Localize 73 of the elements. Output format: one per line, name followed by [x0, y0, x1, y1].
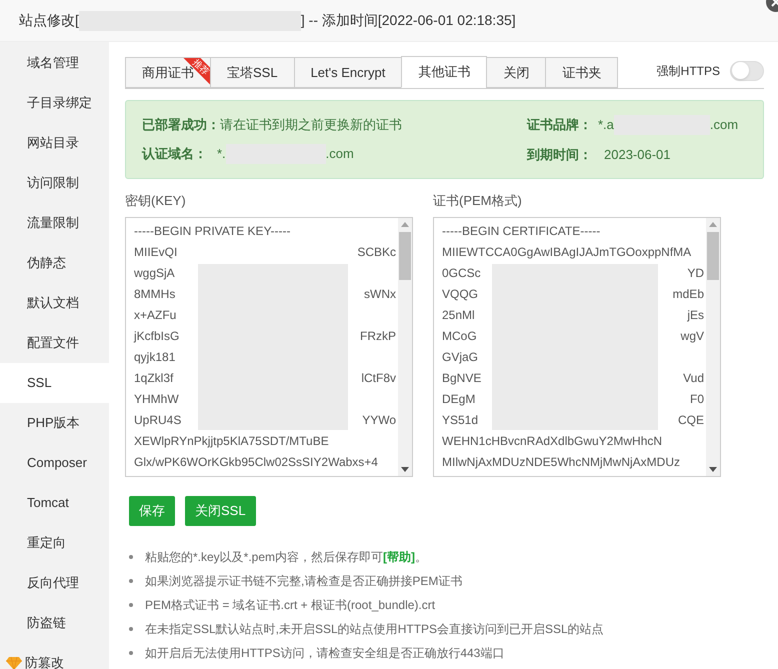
- code-line: Glx/wPK6WOrKGkb95Clw02SsSIY2Wabxs+4: [134, 454, 378, 470]
- code-line: mdEb: [672, 286, 704, 302]
- scrollbar[interactable]: [398, 218, 412, 476]
- code-line: x+AZFu: [134, 306, 176, 324]
- window-title: 站点修改[ ] -- 添加时间[2022-06-01 02:18:35]: [19, 10, 516, 31]
- code-line: YD: [687, 264, 704, 282]
- bullet-icon: [129, 578, 133, 582]
- code-line: 8MMHs: [134, 286, 176, 302]
- code-line: FRzkP: [360, 328, 396, 344]
- scrollbar[interactable]: [706, 218, 720, 476]
- brand-text: 证书品牌： *.a .com: [527, 115, 747, 135]
- code-line: wggSjA: [134, 264, 175, 282]
- scroll-down-icon[interactable]: [709, 466, 717, 472]
- scrollbar-thumb[interactable]: [707, 232, 719, 280]
- code-line: BgNVE: [442, 370, 482, 386]
- code-line: DEgM: [442, 390, 476, 408]
- tip-text: PEM格式证书 = 域名证书.crt + 根证书(root_bundle).crt: [145, 596, 436, 614]
- code-line: MIIEWTCCA0GgAwIBAgIJAJmTGOoxppNfMA: [442, 244, 692, 260]
- bullet-icon: [129, 626, 133, 630]
- code-line: YHMhW: [134, 390, 179, 408]
- bullet-icon: [129, 602, 133, 606]
- tip-text: 在未指定SSL默认站点时,未开启SSL的站点使用HTTPS会直接访问到已开启SSL的站点: [145, 620, 604, 638]
- tip-text: 粘贴您的*.key以及*.pem内容，然后保存即可[帮助]。: [145, 548, 428, 566]
- code-line: sWNx: [364, 286, 396, 302]
- tab[interactable]: 商用证书 推荐: [125, 57, 211, 88]
- code-line: YYWo: [362, 412, 396, 428]
- tab[interactable]: 证书夹: [545, 57, 618, 88]
- code-line: 25nMl: [442, 306, 475, 324]
- gem-icon: [6, 656, 22, 669]
- code-line: jKcfbIsG: [134, 328, 180, 344]
- code-line: lCtF8v: [361, 370, 396, 386]
- code-line: WEHN1cHBvcnRAdXdlbGwuY2MwHhcN: [442, 432, 662, 450]
- tip-text: 如果浏览器提示证书链不完整,请检查是否正确拼接PEM证书: [145, 572, 462, 590]
- code-line: -----BEGIN CERTIFICATE-----: [442, 222, 600, 240]
- toggle-switch[interactable]: [730, 60, 764, 80]
- code-line: wgV: [680, 328, 704, 344]
- code-line: SCBKc: [357, 244, 396, 260]
- status-text: 已部署成功：请在证书到期之前更换新的证书: [142, 116, 402, 134]
- code-line: Vud: [683, 370, 704, 386]
- sidebar-item[interactable]: SSL: [0, 363, 109, 403]
- code-line: 1qZkl3f: [134, 370, 174, 386]
- code-line: YS51d: [442, 412, 478, 428]
- code-line: 0GCSc: [442, 264, 481, 282]
- code-line: CQE: [678, 412, 704, 428]
- code-line: MIIEvQI: [134, 244, 178, 260]
- code-line: jEs: [687, 306, 704, 324]
- scroll-down-icon[interactable]: [401, 466, 409, 472]
- bullet-icon: [129, 650, 133, 654]
- tab[interactable]: 关闭: [486, 57, 546, 88]
- code-line: MCoG: [442, 328, 477, 344]
- tab[interactable]: Let's Encrypt: [294, 57, 402, 88]
- code-line: UpRU4S: [134, 412, 182, 428]
- code-line: F0: [690, 390, 704, 408]
- scrollbar-thumb[interactable]: [399, 232, 411, 280]
- code-line: VQQG: [442, 286, 478, 302]
- scroll-up-icon[interactable]: [709, 222, 717, 226]
- tab[interactable]: 宝塔SSL: [210, 57, 295, 88]
- code-line: qyjk181: [134, 348, 176, 366]
- expiry-text: 到期时间： 2023-06-01: [527, 146, 672, 164]
- field-label: 密钥(KEY): [125, 192, 187, 210]
- code-line: -----BEGIN PRIVATE KEY-----: [134, 222, 290, 240]
- text-area[interactable]: -----BEGIN CERTIFICATE----- MIIEWTCCA0GgAwIBAgIJAJmTGOoxppNfMA 0GCSc YD VQQG mdEb 25nMl jEs MCoG wgV GVjaG BgNVE Vud DEgM F0 YS51d CQE WEHN1cHBvcnRAdXdlbGwuY2MwHhcN MIlwNjAxMDUzNDE5WhcNMjMwNjAxMDUz: [433, 216, 721, 476]
- tip-text: 如开启后无法使用HTTPS访问，请检查安全组是否正确放行443端口: [145, 644, 504, 662]
- code-line: MIlwNjAxMDUzNDE5WhcNMjMwNjAxMDUz: [442, 454, 680, 470]
- tab[interactable]: 其他证书: [401, 56, 488, 88]
- code-line: GVjaG: [442, 348, 478, 366]
- field-label: 证书(PEM格式): [433, 192, 523, 210]
- bullet-icon: [129, 554, 133, 558]
- scroll-up-icon[interactable]: [401, 222, 409, 226]
- text-area[interactable]: -----BEGIN PRIVATE KEY----- MIIEvQI SCBKc wggSjA 8MMHs sWNx x+AZFu jKcfbIsG FRzkP qyjk181 1qZkl3f lCtF8v YHMhW UpRU4S YYWo XEWlpRYnPkjjtp5KlA75SDT/MTuBE Glx/wPK6WOrKGkb95Clw02SsSIY2Wabxs+4: [125, 216, 413, 476]
- domain-text: 认证域名： *. .com: [142, 144, 402, 164]
- toggle-label: 强制HTTPS: [656, 62, 720, 80]
- code-line: XEWlpRYnPkjjtp5KlA75SDT/MTuBE: [134, 432, 329, 450]
